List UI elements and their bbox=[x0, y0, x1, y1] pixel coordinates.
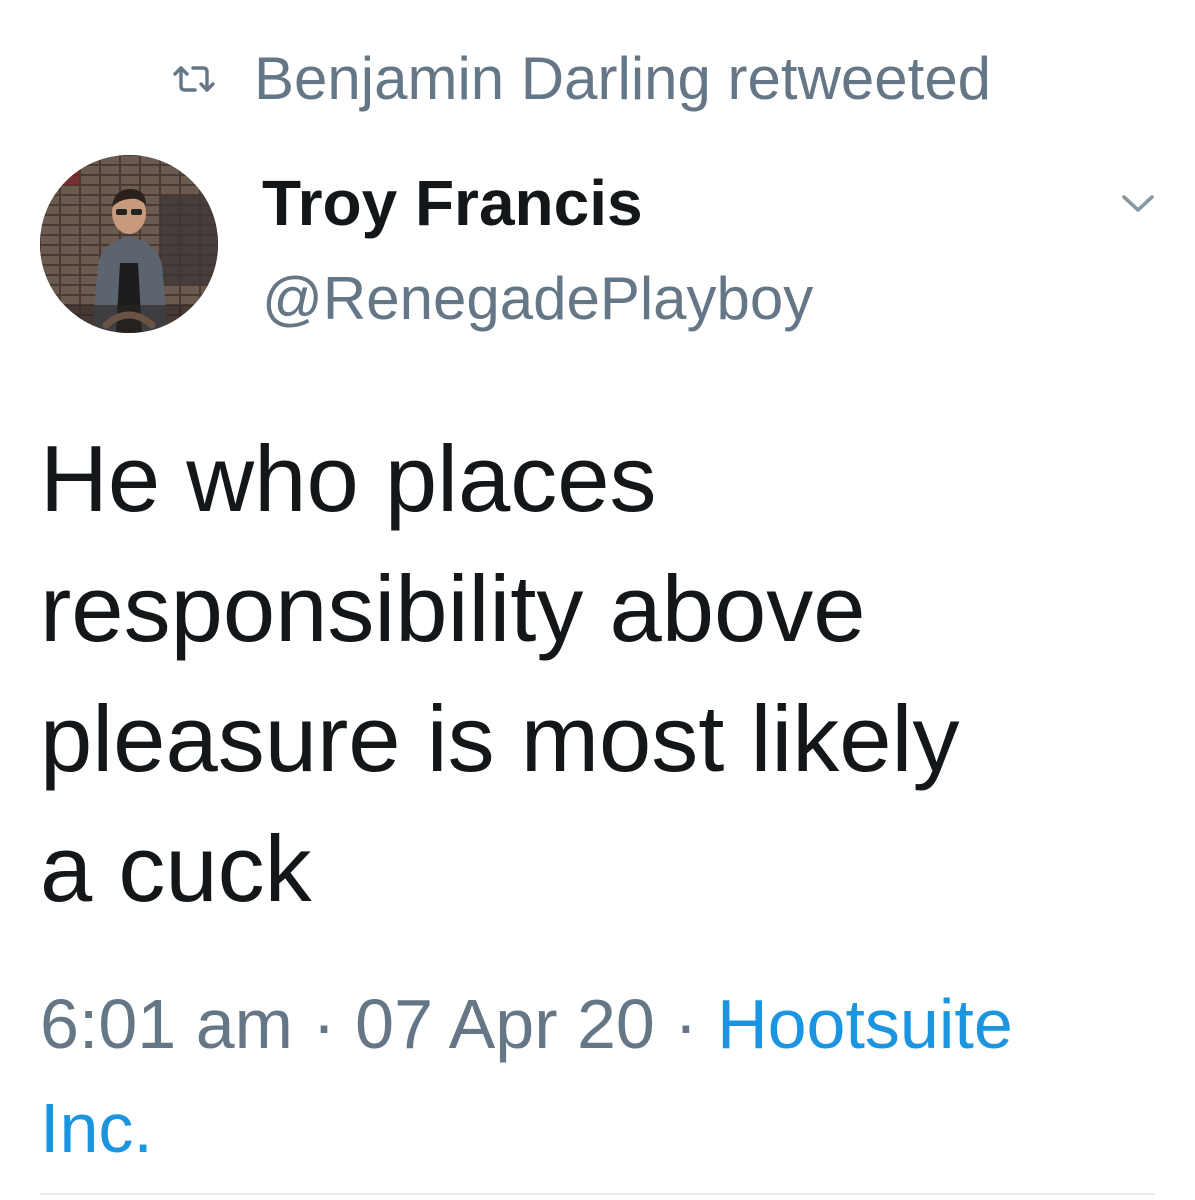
avatar[interactable] bbox=[40, 155, 218, 333]
author-handle[interactable]: @RenegadePlayboy bbox=[262, 262, 813, 336]
tweet-time: 6:01 am bbox=[40, 985, 293, 1063]
tweet-source-label[interactable]: Inc. bbox=[40, 1089, 153, 1167]
tweet-source-label[interactable]: Hootsuite bbox=[717, 985, 1013, 1063]
tweet-meta: 6:01 am · 07 Apr 20 · Hootsuite Inc. bbox=[40, 972, 1160, 1180]
retweet-icon bbox=[172, 62, 216, 96]
divider bbox=[40, 1193, 1155, 1195]
tweet-date: 07 Apr 20 bbox=[355, 985, 655, 1063]
chevron-down-icon[interactable] bbox=[1116, 185, 1160, 221]
author-display-name[interactable]: Troy Francis bbox=[262, 165, 643, 241]
tweet-line: pleasure is most likely bbox=[40, 686, 960, 791]
profile-photo bbox=[40, 155, 218, 333]
retweet-banner[interactable]: Benjamin Darling retweeted bbox=[172, 44, 991, 114]
meta-separator: · bbox=[312, 985, 336, 1063]
tweet-line: He who places bbox=[40, 426, 657, 531]
tweet-body: He who places responsibility above pleas… bbox=[40, 414, 1160, 934]
retweet-label[interactable]: Benjamin Darling retweeted bbox=[254, 44, 991, 114]
tweet-line: a cuck bbox=[40, 816, 312, 921]
meta-separator: · bbox=[674, 985, 698, 1063]
tweet-line: responsibility above bbox=[40, 556, 866, 661]
